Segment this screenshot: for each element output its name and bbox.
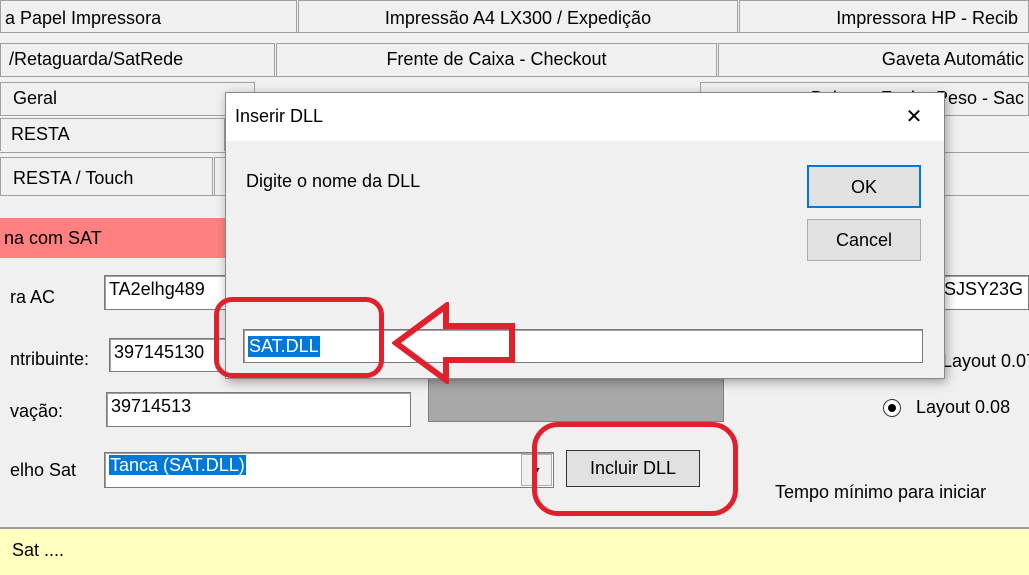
aparelho-label: elho Sat xyxy=(10,460,77,480)
dialog-prompt: Digite o nome da DLL xyxy=(246,171,421,191)
tab-frente-de-caixa[interactable]: Frente de Caixa - Checkout xyxy=(276,43,717,76)
cancel-button[interactable]: Cancel xyxy=(807,219,921,261)
tab-gaveta-automatica[interactable]: Gaveta Automátic xyxy=(718,43,1029,76)
tab-retaguarda-satrede[interactable]: /Retaguarda/SatRede xyxy=(0,43,275,76)
annotation-arrow xyxy=(392,302,515,384)
dialog-title: Inserir DLL xyxy=(235,106,324,126)
tempo-minimo-label: Tempo mínimo para iniciar xyxy=(775,482,987,502)
tab-resta-touch[interactable]: RESTA / Touch xyxy=(0,157,213,195)
close-icon[interactable]: ✕ xyxy=(894,101,934,133)
ok-button[interactable]: OK xyxy=(807,165,921,208)
annotation-input-highlight xyxy=(214,297,384,378)
radio-layout-008[interactable] xyxy=(883,399,901,417)
sat-banner-text: na com SAT xyxy=(4,228,102,248)
tab-geral[interactable]: Geral xyxy=(0,82,255,115)
aparelho-selected-value: Tanca (SAT.DLL) xyxy=(109,455,246,475)
ac-label: ra AC xyxy=(10,287,56,307)
ac-field-right[interactable]: SJSY23G xyxy=(940,275,1029,310)
tab-resta[interactable]: RESTA xyxy=(0,118,225,151)
status-bar xyxy=(0,529,1029,575)
annotation-incluir-highlight xyxy=(532,422,738,516)
layout-007-label: Layout 0.07 xyxy=(942,351,1029,371)
tab-impressora-hp[interactable]: Impressora HP - Recib xyxy=(739,0,1029,32)
aparelho-select[interactable]: Tanca (SAT.DLL) xyxy=(104,452,554,488)
tab-papel-impressora[interactable]: a Papel Impressora xyxy=(0,0,297,32)
contribuinte-label: ntribuinte: xyxy=(10,349,90,369)
dialog-titlebar xyxy=(226,93,944,141)
ativacao-label: vação: xyxy=(10,401,64,421)
status-text: Sat .... xyxy=(12,540,65,560)
ativacao-field[interactable]: 39714513 xyxy=(106,392,411,427)
layout-008-label: Layout 0.08 xyxy=(916,397,1011,417)
contribuinte-field[interactable]: 397145130 xyxy=(109,338,229,372)
ac-field[interactable]: TA2elhg489 xyxy=(104,275,232,310)
tab-impressao-a4[interactable]: Impressão A4 LX300 / Expedição xyxy=(298,0,738,32)
